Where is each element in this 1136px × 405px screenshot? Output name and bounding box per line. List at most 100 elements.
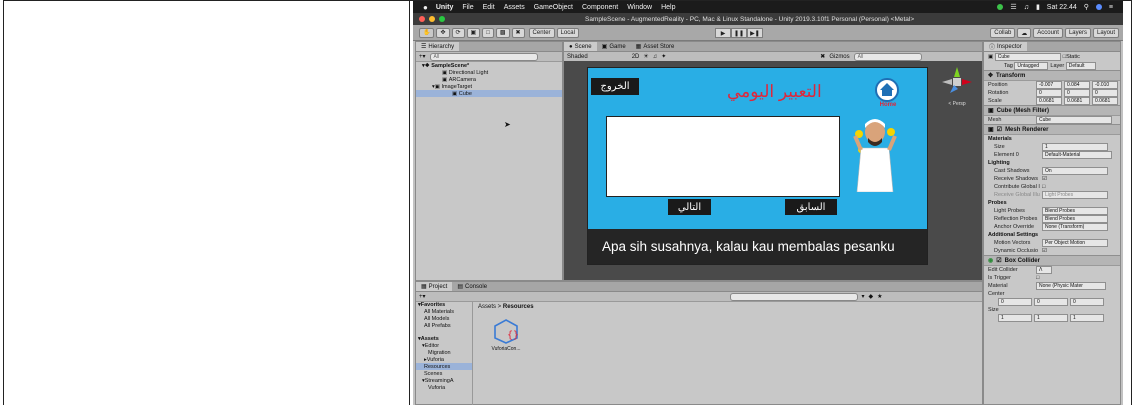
asset-file[interactable]: {} VuforiaCon...: [488, 318, 524, 352]
hierarchy-item[interactable]: ▣ Cube: [416, 90, 562, 97]
tree-item[interactable]: All Models: [416, 315, 472, 322]
edit-collider-button[interactable]: Λ: [1036, 266, 1052, 274]
create-plus-icon[interactable]: +▾: [419, 53, 426, 60]
cloud-icon[interactable]: ☁: [1017, 28, 1032, 38]
mesh-filter-header[interactable]: ▣ Cube (Mesh Filter): [984, 105, 1120, 116]
mesh-field[interactable]: Cube: [1036, 116, 1112, 124]
object-name-field[interactable]: Cube: [994, 53, 1061, 61]
pause-icon[interactable]: ❚❚: [731, 28, 747, 38]
tab-asset-store[interactable]: ▦ Asset Store: [631, 42, 680, 51]
star-icon[interactable]: ★: [877, 293, 882, 300]
rotation-z-field[interactable]: 0: [1092, 89, 1118, 97]
size-z-field[interactable]: 1: [1070, 314, 1104, 322]
hierarchy-item[interactable]: ▾ ▣ ImageTarget: [416, 83, 562, 90]
tree-item[interactable]: ▾ Editor: [416, 342, 472, 349]
rotation-y-field[interactable]: 0: [1064, 89, 1090, 97]
box-collider-header[interactable]: ◉ ☑ Box Collider: [984, 255, 1120, 266]
hierarchy-search-input[interactable]: All: [429, 52, 538, 61]
gizmos-dropdown[interactable]: Gizmos: [829, 54, 849, 60]
audio-toggle-icon[interactable]: ♫: [653, 54, 658, 60]
receive-shadows-checkbox[interactable]: ☑: [1042, 176, 1047, 182]
wifi-icon[interactable]: ☰: [1010, 3, 1016, 11]
hand-tool-icon[interactable]: ✋: [419, 27, 435, 38]
tree-item[interactable]: Resources: [416, 363, 472, 370]
shading-dropdown[interactable]: Shaded: [567, 54, 588, 60]
materials-size-field[interactable]: 1: [1042, 143, 1108, 151]
tab-inspector[interactable]: ⓘ Inspector: [984, 42, 1027, 51]
motion-vectors-dropdown[interactable]: Per Object Motion: [1042, 239, 1108, 247]
siri-icon[interactable]: [1095, 4, 1102, 10]
tree-item[interactable]: All Materials: [416, 308, 472, 315]
tree-item[interactable]: Scenes: [416, 370, 472, 377]
custom-tool-icon[interactable]: ✖: [511, 27, 525, 38]
account-button[interactable]: Account: [1033, 28, 1063, 38]
hierarchy-item[interactable]: ▾ ❖ SampleScene*: [416, 62, 562, 69]
step-icon[interactable]: ▶❚: [747, 28, 763, 38]
collider-enabled-checkbox[interactable]: ☑: [996, 257, 1001, 264]
effects-toggle-icon[interactable]: ✦: [661, 53, 666, 60]
materials-section[interactable]: Materials: [984, 135, 1120, 143]
menu-edit[interactable]: Edit: [483, 4, 495, 11]
tab-scene[interactable]: ● Scene: [564, 42, 597, 51]
is-trigger-checkbox[interactable]: □: [1036, 275, 1039, 281]
spotlight-icon[interactable]: ⚲: [1084, 3, 1089, 11]
tree-item[interactable]: ▾ Assets: [416, 335, 472, 342]
tree-item[interactable]: ▸ Vuforia: [416, 356, 472, 363]
transform-tool-icon[interactable]: ▩: [495, 27, 510, 38]
scale-z-field[interactable]: 0.0681: [1092, 97, 1118, 105]
transform-header[interactable]: ✥ Transform: [984, 70, 1120, 81]
rotate-tool-icon[interactable]: ⟳: [451, 27, 465, 38]
layer-dropdown[interactable]: Default: [1065, 62, 1096, 70]
breadcrumb-assets[interactable]: Assets: [478, 304, 496, 310]
menu-gameobject[interactable]: GameObject: [534, 4, 573, 11]
next-button[interactable]: التالي: [668, 199, 711, 215]
tree-item[interactable]: Migration: [416, 349, 472, 356]
hierarchy-tab[interactable]: ☰ Hierarchy: [416, 42, 460, 51]
probes-section[interactable]: Probes: [984, 199, 1120, 207]
project-search-input[interactable]: [729, 292, 858, 301]
scene-search-input[interactable]: All: [853, 52, 922, 61]
menu-help[interactable]: Help: [661, 4, 675, 11]
breadcrumb-resources[interactable]: Resources: [503, 304, 534, 310]
tree-item[interactable]: All Prefabs: [416, 322, 472, 329]
scale-y-field[interactable]: 0.0681: [1064, 97, 1090, 105]
move-tool-icon[interactable]: ✥: [436, 27, 450, 38]
clock[interactable]: Sat 22.44: [1047, 4, 1077, 11]
menu-window[interactable]: Window: [627, 4, 652, 11]
2d-toggle[interactable]: 2D: [632, 54, 640, 60]
apple-icon[interactable]: ●: [423, 3, 428, 12]
center-z-field[interactable]: 0: [1070, 298, 1104, 306]
hierarchy-item[interactable]: ▣ ARCamera: [416, 76, 562, 83]
light-probes-dropdown[interactable]: Blend Probes: [1042, 207, 1108, 215]
scene-gizmo[interactable]: < Persp: [940, 65, 974, 107]
prev-button[interactable]: السابق: [785, 199, 837, 215]
contribute-gi-checkbox[interactable]: □: [1042, 184, 1045, 190]
additional-settings-section[interactable]: Additional Settings: [984, 231, 1120, 239]
center-y-field[interactable]: 0: [1034, 298, 1068, 306]
rect-tool-icon[interactable]: □: [482, 27, 494, 38]
play-icon[interactable]: ▶: [715, 28, 731, 38]
home-button[interactable]: [875, 78, 899, 102]
anchor-override-field[interactable]: None (Transform): [1042, 223, 1108, 231]
lighting-toggle-icon[interactable]: ☀: [643, 53, 648, 60]
tab-game[interactable]: ▣ Game: [597, 42, 631, 51]
layout-button[interactable]: Layout: [1092, 28, 1119, 38]
label-icon[interactable]: ◆: [869, 293, 874, 300]
reflection-probes-dropdown[interactable]: Blend Probes: [1042, 215, 1108, 223]
layers-button[interactable]: Layers: [1064, 28, 1091, 38]
close-window-icon[interactable]: [419, 16, 425, 22]
pivot-local-button[interactable]: Local: [556, 27, 579, 38]
receive-gi-dropdown[interactable]: Light Probes: [1042, 191, 1108, 199]
tag-dropdown[interactable]: Untagged: [1014, 62, 1049, 70]
tree-item[interactable]: ▾ StreamingA: [416, 377, 472, 384]
element0-field[interactable]: Default-Material: [1042, 151, 1112, 159]
collider-material-field[interactable]: None (Physic Mater: [1036, 282, 1106, 290]
scene-view[interactable]: الخروج التعبير اليومي Home التالي السابق: [564, 61, 982, 280]
rotation-x-field[interactable]: 0: [1036, 89, 1062, 97]
enabled-checkbox[interactable]: ☑: [997, 126, 1002, 133]
menu-unity[interactable]: Unity: [436, 4, 454, 11]
exit-button[interactable]: الخروج: [591, 78, 639, 95]
scale-tool-icon[interactable]: ▣: [466, 27, 481, 38]
size-x-field[interactable]: 1: [998, 314, 1032, 322]
tree-item[interactable]: Vuforia: [416, 384, 472, 391]
